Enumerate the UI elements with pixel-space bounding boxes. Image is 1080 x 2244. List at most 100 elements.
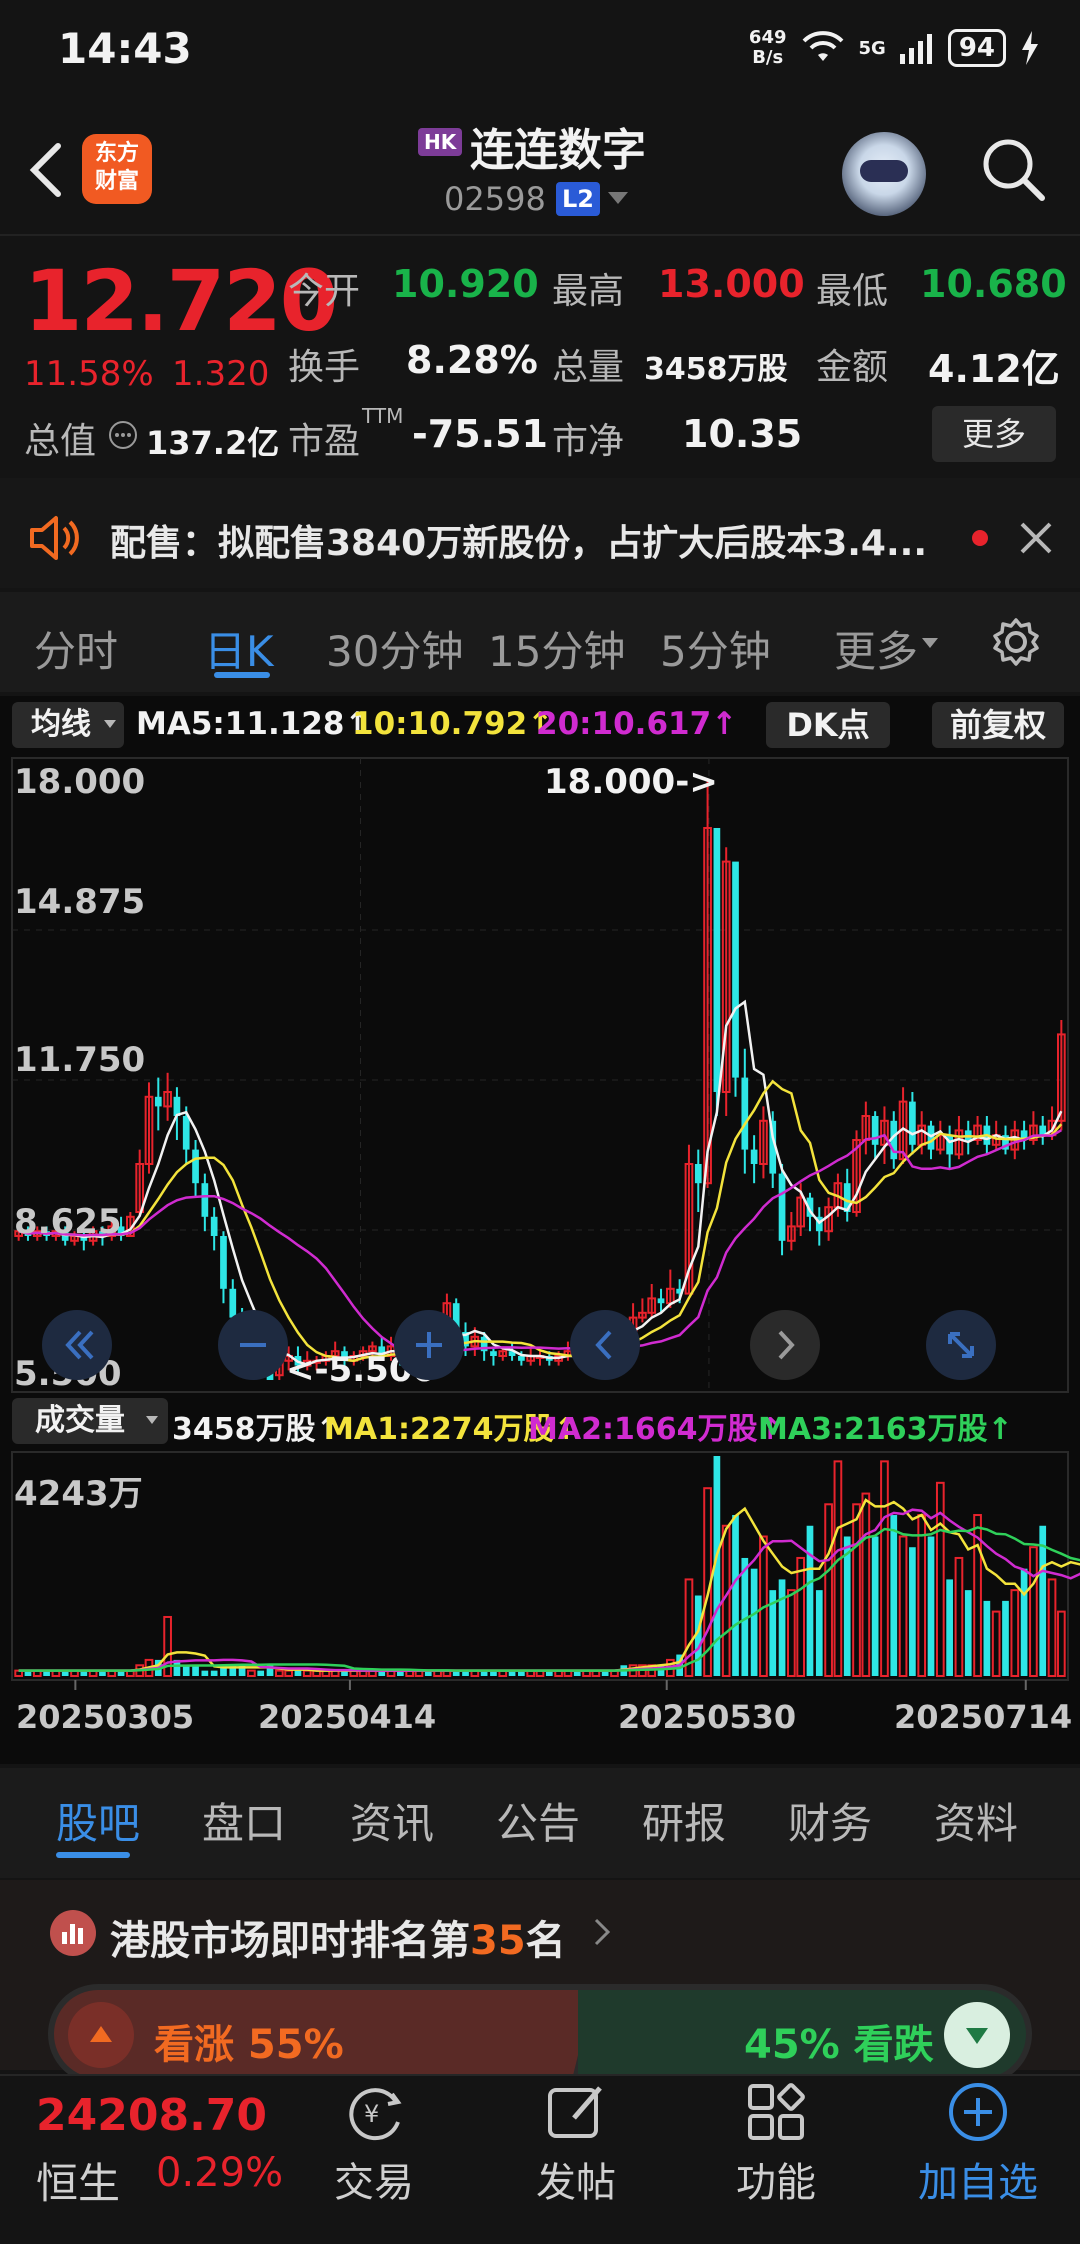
tab-research[interactable]: 研报 bbox=[642, 1790, 726, 1851]
stock-name[interactable]: 连连数字 bbox=[470, 114, 646, 178]
volume-bar bbox=[1039, 1525, 1047, 1676]
vote-down-button[interactable] bbox=[944, 2002, 1010, 2068]
add-circle-icon[interactable] bbox=[946, 2080, 1010, 2144]
divider bbox=[0, 234, 1080, 236]
volume-bar bbox=[787, 1589, 796, 1678]
candle-body bbox=[741, 1077, 749, 1150]
chevron-right-icon[interactable] bbox=[592, 1914, 612, 1950]
tab-financials[interactable]: 财务 bbox=[788, 1790, 872, 1851]
volume-bar bbox=[843, 1536, 851, 1676]
status-icons: 649 B/s 5G 94 bbox=[749, 28, 1040, 68]
bullish-text: 看涨 55% bbox=[154, 2022, 344, 2068]
volume-value: 3458万股 bbox=[644, 352, 788, 387]
candle-body bbox=[657, 1298, 665, 1304]
mktcap-value: 137.2亿 bbox=[146, 424, 280, 462]
caret-down-icon bbox=[146, 1416, 158, 1424]
tab-5min[interactable]: 5分钟 bbox=[660, 618, 771, 679]
chevron-down-icon[interactable] bbox=[608, 192, 628, 204]
tab-forum[interactable]: 股吧 bbox=[56, 1790, 140, 1851]
nav-post[interactable]: 发帖 bbox=[536, 2150, 616, 2208]
volume-bar bbox=[1010, 1589, 1020, 1678]
pb-label: 市净 bbox=[552, 421, 625, 462]
candle-body bbox=[490, 1351, 497, 1356]
notice-text[interactable]: 配售：拟配售3840万新股份，占扩大后股本3.4... bbox=[110, 514, 927, 566]
turnover-label: 换手 bbox=[288, 347, 361, 388]
fullscreen-button[interactable] bbox=[926, 1310, 996, 1380]
volume-bar bbox=[909, 1547, 916, 1676]
price-tick: 11.750 bbox=[14, 1040, 146, 1080]
candle-body bbox=[713, 828, 721, 1092]
index-value[interactable]: 24208.70 bbox=[36, 2090, 267, 2141]
trade-icon[interactable]: ¥ bbox=[340, 2082, 410, 2144]
volume-bar bbox=[852, 1503, 861, 1677]
search-icon[interactable] bbox=[978, 134, 1048, 204]
volume-bar bbox=[302, 1669, 312, 1678]
double-chevron-left-icon bbox=[65, 1330, 94, 1360]
more-button[interactable]: 更多 bbox=[932, 406, 1056, 462]
change-percent: 11.58% bbox=[24, 354, 154, 394]
volume-label: 总量 bbox=[552, 347, 625, 388]
date-tick: 20250305 bbox=[16, 1698, 195, 1736]
stock-code[interactable]: 02598 bbox=[444, 180, 546, 218]
volume-bar bbox=[806, 1525, 814, 1676]
volume-bar bbox=[946, 1579, 953, 1676]
volume-max-label: 4243万 bbox=[14, 1474, 143, 1514]
adjust-button[interactable]: 前复权 bbox=[932, 702, 1064, 748]
grid-apps-icon[interactable] bbox=[744, 2080, 808, 2144]
speaker-icon bbox=[30, 516, 79, 560]
gear-icon[interactable] bbox=[990, 616, 1042, 668]
candle-body bbox=[778, 1173, 786, 1241]
candle-body bbox=[220, 1236, 227, 1289]
candle-body bbox=[518, 1356, 525, 1361]
plus-icon bbox=[416, 1332, 442, 1358]
tab-announcements[interactable]: 公告 bbox=[496, 1790, 580, 1851]
date-tick: 20250530 bbox=[618, 1698, 797, 1736]
tab-more[interactable]: 更多 bbox=[834, 618, 918, 679]
candle-body bbox=[694, 1164, 702, 1184]
scroll-right-button[interactable] bbox=[750, 1310, 820, 1380]
tab-15min[interactable]: 15分钟 bbox=[488, 618, 625, 679]
scroll-left-button[interactable] bbox=[570, 1310, 640, 1380]
dk-point-button[interactable]: DK点 bbox=[766, 702, 890, 748]
ma10-legend: 10:10.792↑ bbox=[352, 706, 554, 742]
tab-orderbook[interactable]: 盘口 bbox=[202, 1790, 286, 1851]
nav-trade[interactable]: 交易 bbox=[334, 2150, 414, 2208]
ma10-line bbox=[18, 1079, 1063, 1363]
nav-add-watchlist[interactable]: 加自选 bbox=[918, 2150, 1038, 2208]
zoom-in-button[interactable] bbox=[394, 1310, 464, 1380]
volume-bar bbox=[880, 1460, 889, 1677]
vol-ma1-line bbox=[18, 1498, 1080, 1672]
triangle-down-icon bbox=[966, 2028, 988, 2044]
zoom-out-button[interactable] bbox=[218, 1310, 288, 1380]
tab-news[interactable]: 资讯 bbox=[350, 1790, 434, 1851]
tab-30min[interactable]: 30分钟 bbox=[326, 618, 463, 679]
tab-intraday[interactable]: 分时 bbox=[34, 618, 118, 679]
level2-badge: L2 bbox=[556, 182, 600, 216]
volume-selector[interactable]: 成交量 bbox=[12, 1398, 168, 1444]
pe-label: 市盈 bbox=[288, 421, 361, 462]
candle-body bbox=[871, 1116, 879, 1145]
compose-icon[interactable] bbox=[544, 2080, 608, 2144]
tab-daily-k[interactable]: 日K bbox=[204, 618, 274, 679]
volume-bar bbox=[815, 1590, 823, 1676]
volume-bar bbox=[182, 1665, 190, 1676]
tab-profile[interactable]: 资料 bbox=[934, 1790, 1018, 1851]
vote-up-button[interactable] bbox=[68, 2002, 134, 2068]
volume-bar bbox=[1020, 1568, 1028, 1676]
app-logo[interactable]: 东方 财富 bbox=[82, 134, 152, 204]
candle-body bbox=[732, 861, 739, 1078]
ranking-text[interactable]: 港股市场即时排名第35名 bbox=[110, 1908, 566, 1966]
volume-bar bbox=[833, 1460, 843, 1677]
scroll-left-fast-button[interactable] bbox=[42, 1310, 112, 1380]
more-options-icon[interactable] bbox=[108, 420, 138, 450]
status-time: 14:43 bbox=[58, 24, 192, 73]
nav-function[interactable]: 功能 bbox=[736, 2150, 816, 2208]
back-arrow-icon[interactable] bbox=[22, 140, 70, 200]
kline-chart[interactable] bbox=[0, 756, 1080, 1766]
volume-bar bbox=[257, 1670, 265, 1676]
index-name[interactable]: 恒生 bbox=[36, 2150, 120, 2211]
close-icon[interactable] bbox=[1018, 520, 1054, 556]
candle-body bbox=[192, 1149, 199, 1184]
volume-bar bbox=[890, 1515, 898, 1676]
robot-visor bbox=[860, 160, 908, 182]
